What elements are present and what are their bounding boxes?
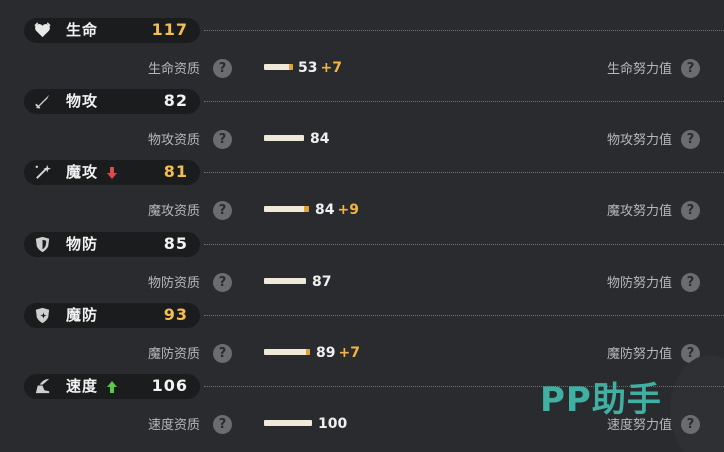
magic-shield-icon xyxy=(33,306,52,325)
stat-matk: 魔攻 81 魔攻资质 ? 84 +9 魔攻努力值 ? xyxy=(0,160,724,232)
stat-pill: 物防 85 xyxy=(24,232,200,257)
divider xyxy=(204,172,724,173)
stat-value: 106 xyxy=(151,376,188,395)
aptitude-number: 87 xyxy=(312,274,331,290)
aptitude-bonus: +9 xyxy=(337,202,359,218)
aptitude-bar xyxy=(264,278,306,284)
aptitude-label: 物防资质 xyxy=(147,276,200,291)
shield-icon xyxy=(33,235,52,254)
heart-icon xyxy=(33,21,52,40)
aptitude-number: 84 +9 xyxy=(315,202,359,218)
aptitude-label: 速度资质 xyxy=(147,418,200,433)
ev-label: 生命努力值 xyxy=(606,62,672,77)
stat-detail-row: 生命资质 ? 53 +7 生命努力值 ? xyxy=(0,58,724,82)
stat-value: 85 xyxy=(163,234,188,253)
stat-mdef: 魔防 93 魔防资质 ? 89 +7 魔防努力值 ? xyxy=(0,303,724,375)
aptitude-number: 84 xyxy=(310,131,329,147)
aptitude-number: 53 +7 xyxy=(298,60,342,76)
stat-pill: 速度 106 xyxy=(24,374,200,399)
ev-label: 魔攻努力值 xyxy=(606,204,672,219)
aptitude-bonus: +7 xyxy=(320,60,342,76)
ev-help-icon[interactable]: ? xyxy=(681,273,700,292)
ev-help-icon[interactable]: ? xyxy=(681,201,700,220)
stat-value: 81 xyxy=(163,162,188,181)
stat-detail-row: 物防资质 ? 87 物防努力值 ? xyxy=(0,272,724,296)
stat-pill: 物攻 82 xyxy=(24,89,200,114)
stat-value: 93 xyxy=(163,305,188,324)
wing-boot-icon xyxy=(33,377,52,396)
aptitude-label: 生命资质 xyxy=(147,62,200,77)
sword-icon xyxy=(33,92,52,111)
ev-help-icon[interactable]: ? xyxy=(681,59,700,78)
aptitude-bonus-bar xyxy=(289,64,293,70)
stat-name: 物防 xyxy=(66,235,99,253)
aptitude-bar xyxy=(264,349,310,355)
ev-label: 魔防努力值 xyxy=(606,347,672,362)
aptitude-help-icon[interactable]: ? xyxy=(213,130,232,149)
aptitude-label: 物攻资质 xyxy=(147,133,200,148)
stats-panel: 生命 117 生命资质 ? 53 +7 生命努力值 ? 物攻 82 物攻资质 ?… xyxy=(0,0,724,452)
divider xyxy=(204,244,724,245)
aptitude-number: 100 xyxy=(318,416,347,432)
stat-name: 生命 xyxy=(66,21,99,39)
stat-name: 物攻 xyxy=(66,92,99,110)
divider xyxy=(204,30,724,31)
aptitude-label: 魔攻资质 xyxy=(147,204,200,219)
stat-up-arrow-icon xyxy=(107,378,117,393)
aptitude-bar xyxy=(264,135,304,141)
aptitude-help-icon[interactable]: ? xyxy=(213,59,232,78)
aptitude-number: 89 +7 xyxy=(316,345,360,361)
watermark-logo: PP助手 xyxy=(540,380,662,420)
aptitude-bonus: +7 xyxy=(338,345,360,361)
stat-name: 速度 xyxy=(66,377,99,395)
aptitude-help-icon[interactable]: ? xyxy=(213,344,232,363)
stat-pill: 魔防 93 xyxy=(24,303,200,328)
stat-detail-row: 物攻资质 ? 84 物攻努力值 ? xyxy=(0,129,724,153)
magic-wand-icon xyxy=(33,163,52,182)
ev-label: 速度努力值 xyxy=(606,418,672,433)
ev-label: 物防努力值 xyxy=(606,276,672,291)
aptitude-bar xyxy=(264,206,309,212)
divider xyxy=(204,101,724,102)
stat-value: 117 xyxy=(151,20,188,39)
aptitude-base: 100 xyxy=(318,416,348,432)
aptitude-help-icon[interactable]: ? xyxy=(213,201,232,220)
stat-value: 82 xyxy=(163,91,188,110)
stat-name: 魔防 xyxy=(66,306,99,324)
aptitude-bonus-bar xyxy=(304,206,309,212)
aptitude-help-icon[interactable]: ? xyxy=(213,415,232,434)
stat-def: 物防 85 物防资质 ? 87 物防努力值 ? xyxy=(0,232,724,304)
aptitude-bar xyxy=(264,64,293,70)
stat-down-arrow-icon xyxy=(107,164,117,179)
aptitude-base: 84 xyxy=(315,202,335,218)
stat-atk: 物攻 82 物攻资质 ? 84 物攻努力值 ? xyxy=(0,89,724,161)
aptitude-label: 魔防资质 xyxy=(147,347,200,362)
aptitude-base: 53 xyxy=(298,60,318,76)
stat-detail-row: 魔防资质 ? 89 +7 魔防努力值 ? xyxy=(0,343,724,367)
stat-pill: 魔攻 81 xyxy=(24,160,200,185)
divider xyxy=(204,315,724,316)
stat-detail-row: 魔攻资质 ? 84 +9 魔攻努力值 ? xyxy=(0,200,724,224)
aptitude-base: 84 xyxy=(310,131,330,147)
aptitude-base: 89 xyxy=(316,345,336,361)
ev-help-icon[interactable]: ? xyxy=(681,415,700,434)
ev-label: 物攻努力值 xyxy=(606,133,672,148)
stat-pill: 生命 117 xyxy=(24,18,200,43)
aptitude-help-icon[interactable]: ? xyxy=(213,273,232,292)
ev-help-icon[interactable]: ? xyxy=(681,130,700,149)
aptitude-base: 87 xyxy=(312,274,332,290)
aptitude-bar xyxy=(264,420,312,426)
stat-name: 魔攻 xyxy=(66,163,99,181)
aptitude-bonus-bar xyxy=(306,349,310,355)
stat-hp: 生命 117 生命资质 ? 53 +7 生命努力值 ? xyxy=(0,18,724,90)
